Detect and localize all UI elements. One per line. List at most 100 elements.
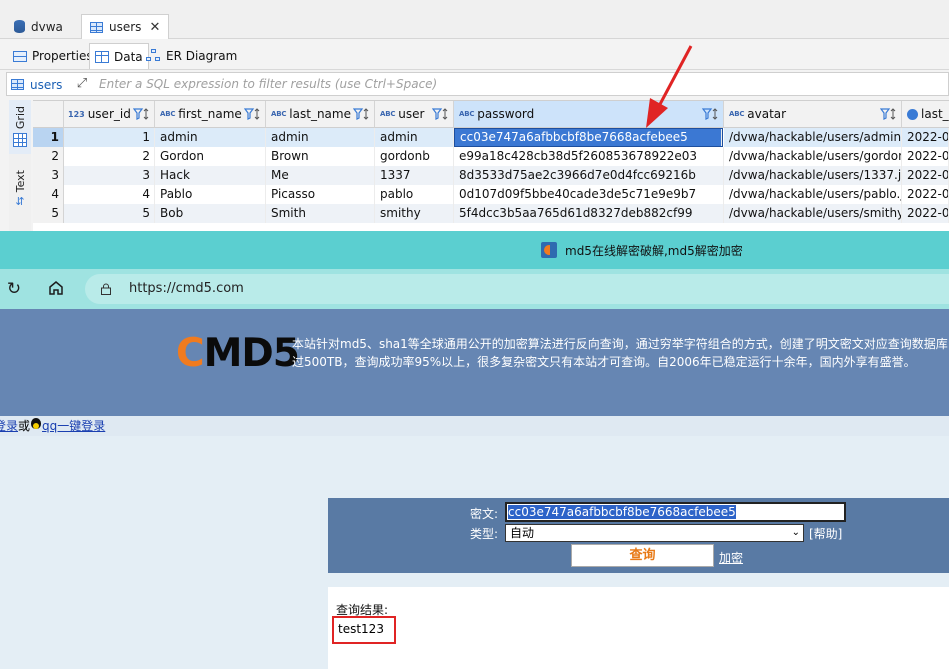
filter-sort-icon[interactable]: [431, 107, 450, 121]
column-header-first_name[interactable]: ABC first_name: [155, 101, 266, 128]
cell-last_name[interactable]: admin: [266, 128, 375, 147]
cell-password[interactable]: 8d3533d75ae2c3966d7e0d4fcc69216b: [454, 166, 724, 185]
cell-user_id[interactable]: 1: [64, 128, 155, 147]
cell-last_name[interactable]: Picasso: [266, 185, 375, 204]
cell-first_name[interactable]: Gordon: [155, 147, 266, 166]
cell-first_name[interactable]: Bob: [155, 204, 266, 223]
cell-user[interactable]: pablo: [375, 185, 454, 204]
text-type-icon: ABC: [160, 110, 176, 118]
cell-user[interactable]: admin: [375, 128, 454, 147]
cell-user_id[interactable]: 2: [64, 147, 155, 166]
cell-avatar[interactable]: /dvwa/hackable/users/admin.jpg: [724, 128, 902, 147]
row-number-header: [33, 101, 64, 128]
editor-subtab-bar: Properties Data ER Diagram: [0, 40, 949, 70]
subtab-properties[interactable]: Properties: [8, 43, 98, 69]
column-header-avatar[interactable]: ABC avatar: [724, 101, 902, 128]
text-icon: ⇵: [15, 195, 25, 209]
column-header-last_name[interactable]: ABC last_name: [266, 101, 375, 128]
row-number: 3: [33, 166, 64, 185]
cell-password[interactable]: 5f4dcc3b5aa765d61d8327deb882cf99: [454, 204, 724, 223]
column-header-user[interactable]: ABC user: [375, 101, 454, 128]
close-icon[interactable]: ✕: [149, 20, 160, 35]
cell-last_name[interactable]: Smith: [266, 204, 375, 223]
column-header-last[interactable]: last_: [902, 101, 949, 128]
row-number: 2: [33, 147, 64, 166]
number-type-icon: 123: [68, 109, 85, 119]
grid-icon: [13, 133, 27, 148]
properties-icon: [13, 50, 27, 62]
site-description: 本站针对md5、sha1等全球通用公开的加密算法进行反向查询，通过穷举字符组合的…: [292, 337, 948, 369]
cell-avatar[interactable]: /dvwa/hackable/users/smithy.jp: [724, 204, 902, 223]
type-label: 类型:: [470, 527, 499, 541]
cipher-input[interactable]: cc03e747a6afbbcbf8be7668acfebee5: [505, 502, 846, 522]
text-type-icon: ABC: [271, 110, 287, 118]
filter-sort-icon[interactable]: [132, 107, 151, 121]
cell-last[interactable]: 2022-04: [902, 185, 949, 204]
subtab-data[interactable]: Data: [89, 43, 149, 69]
cell-avatar[interactable]: /dvwa/hackable/users/1337.jpg: [724, 166, 902, 185]
filter-sort-icon[interactable]: [701, 107, 720, 121]
url-text: https://cmd5.com: [129, 281, 244, 296]
browser-window: md5在线解密破解,md5解密加密 ↻ https://cmd5.com CMD…: [0, 231, 949, 669]
cell-password[interactable]: 0d107d09f5bbe40cade3de5c71e9e9b7: [454, 185, 724, 204]
url-field[interactable]: https://cmd5.com: [85, 274, 949, 304]
encrypt-link[interactable]: 加密: [719, 549, 743, 566]
cell-last[interactable]: 2022-04: [902, 147, 949, 166]
filter-sort-icon[interactable]: [243, 107, 262, 121]
row-number: 1: [33, 128, 64, 147]
column-header-user_id[interactable]: 123 user_id: [64, 101, 155, 128]
cell-avatar[interactable]: /dvwa/hackable/users/gordonb.: [724, 147, 902, 166]
tab-dvwa[interactable]: dvwa: [6, 14, 71, 39]
cell-first_name[interactable]: Hack: [155, 166, 266, 185]
cell-first_name[interactable]: Pablo: [155, 185, 266, 204]
grid-view-tab[interactable]: Grid: [9, 100, 31, 154]
filter-table-label[interactable]: users: [11, 76, 62, 93]
home-icon[interactable]: [46, 279, 66, 299]
editor-tab-bar: dvwa users ✕: [0, 12, 949, 39]
cell-user_id[interactable]: 4: [64, 185, 155, 204]
cell-user[interactable]: gordonb: [375, 147, 454, 166]
cell-last_name[interactable]: Me: [266, 166, 375, 185]
tab-users[interactable]: users ✕: [81, 14, 170, 39]
database-icon: [14, 20, 25, 33]
view-mode-sidebar: Grid Text ⇵: [9, 100, 31, 231]
query-button[interactable]: 查询: [571, 544, 714, 567]
browser-address-bar: ↻ https://cmd5.com: [0, 269, 949, 309]
cell-user_id[interactable]: 3: [64, 166, 155, 185]
cell-last[interactable]: 2022-04: [902, 204, 949, 223]
site-banner: CMD5 本站针对md5、sha1等全球通用公开的加密算法进行反向查询，通过穷举…: [0, 309, 949, 416]
cell-last_name[interactable]: Brown: [266, 147, 375, 166]
query-panel: 密文: cc03e747a6afbbcbf8be7668acfebee5 类型:…: [328, 498, 949, 573]
cell-last[interactable]: 2022-04: [902, 128, 949, 147]
text-type-icon: ABC: [380, 110, 396, 118]
reload-icon[interactable]: ↻: [4, 279, 24, 299]
cell-password[interactable]: e99a18c428cb38d5f260853678922e03: [454, 147, 724, 166]
login-bar: 登录或 qq一键登录: [0, 416, 949, 436]
result-panel: 查询结果: test123: [328, 587, 949, 669]
login-link[interactable]: 登录: [0, 419, 18, 433]
toolbar-strip: [0, 0, 949, 12]
filter-sort-icon[interactable]: [352, 107, 371, 121]
text-type-icon: ABC: [729, 110, 745, 118]
cell-last[interactable]: 2022-04: [902, 166, 949, 185]
qq-login-link[interactable]: qq一键登录: [42, 419, 105, 433]
table-icon: [90, 21, 103, 33]
page-title: md5在线解密破解,md5解密加密: [565, 244, 743, 258]
row-number: 4: [33, 185, 64, 204]
expand-icon[interactable]: ⤢: [73, 75, 91, 93]
subtab-er-diagram[interactable]: ER Diagram: [141, 43, 242, 69]
row-number: 5: [33, 204, 64, 223]
cell-user_id[interactable]: 5: [64, 204, 155, 223]
table-icon: [11, 79, 24, 90]
cell-user[interactable]: 1337: [375, 166, 454, 185]
cell-first_name[interactable]: admin: [155, 128, 266, 147]
help-link[interactable]: [帮助]: [809, 525, 842, 542]
filter-sort-icon[interactable]: [879, 107, 898, 121]
cell-avatar[interactable]: /dvwa/hackable/users/pablo.jpg: [724, 185, 902, 204]
filter-input[interactable]: Enter a SQL expression to filter results…: [99, 77, 437, 91]
type-select[interactable]: 自动 ⌄: [505, 524, 804, 542]
cell-user[interactable]: smithy: [375, 204, 454, 223]
lock-icon: [101, 283, 111, 295]
cmd5-logo[interactable]: CMD5: [176, 331, 300, 376]
text-view-tab[interactable]: Text ⇵: [9, 170, 31, 220]
